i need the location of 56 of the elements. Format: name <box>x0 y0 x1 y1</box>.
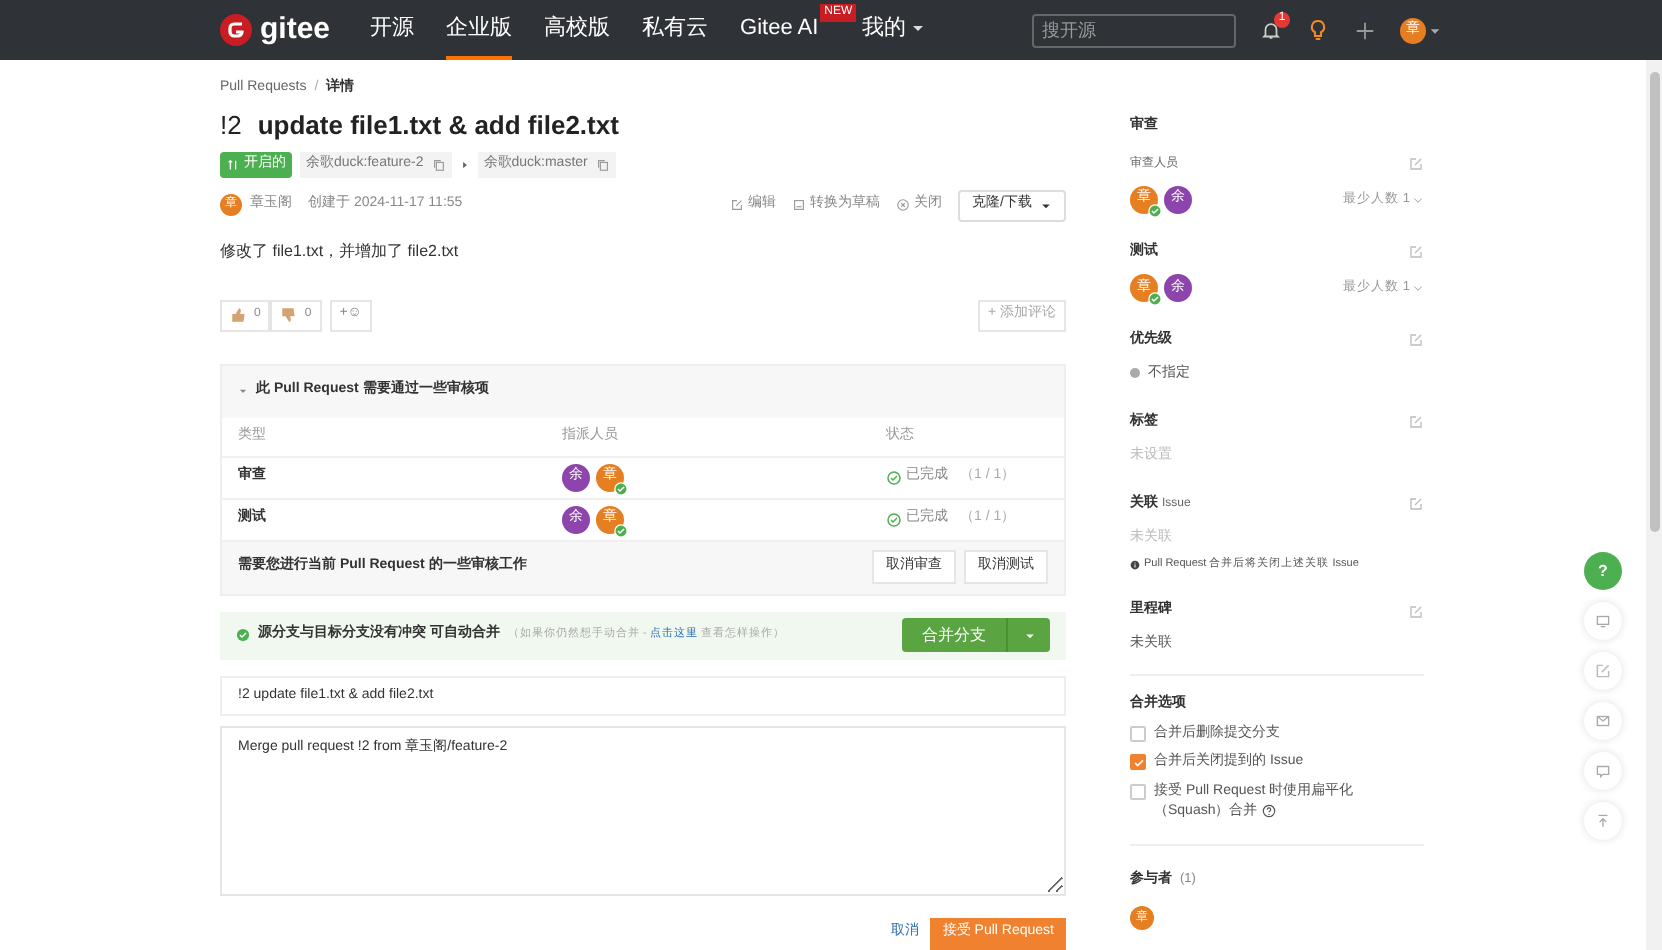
edit-icon[interactable] <box>1408 496 1424 513</box>
help-icon[interactable] <box>1261 803 1276 818</box>
edit-icon[interactable] <box>1408 603 1424 619</box>
merge-button[interactable]: 合并分支 <box>902 618 1008 652</box>
comment-icon <box>1594 762 1612 780</box>
caret-icon[interactable] <box>1428 23 1442 37</box>
bell-icon[interactable] <box>1260 19 1282 41</box>
nav-link[interactable]: 企业版 <box>446 0 513 60</box>
edit-icon[interactable] <box>1408 243 1424 260</box>
description: 修改了 file1.txt，并增加了 file2.txt <box>220 239 461 263</box>
check-circle-icon <box>886 469 902 485</box>
caret-icon[interactable] <box>238 386 248 396</box>
check-circle-icon <box>886 511 902 527</box>
checkbox[interactable] <box>1130 754 1146 771</box>
logo-icon[interactable] <box>220 14 252 46</box>
merge-icon <box>226 157 240 172</box>
search-field[interactable]: 搜开源 <box>1032 13 1236 47</box>
back-to-top-icon <box>1594 812 1612 830</box>
copy-icon[interactable] <box>431 157 446 172</box>
logo-text[interactable]: gitee <box>260 7 331 53</box>
close-icon <box>896 198 911 212</box>
caret-icon <box>1040 199 1052 211</box>
edit-icon[interactable] <box>1408 332 1424 349</box>
back-to-top-button[interactable] <box>1584 802 1622 840</box>
check-circle-icon <box>236 628 250 642</box>
check-icon <box>1131 755 1145 770</box>
edit-button[interactable] <box>1584 652 1622 690</box>
scrollbar-thumb[interactable] <box>1649 72 1659 532</box>
edit-icon <box>730 198 745 212</box>
nav-link[interactable]: 开源 <box>370 0 415 60</box>
mail-icon <box>1594 712 1612 730</box>
thumbs-up-icon <box>230 306 248 324</box>
edit-icon[interactable] <box>1408 156 1424 172</box>
pr-title: update file1.txt & add file2.txt <box>257 107 619 144</box>
plus-icon[interactable] <box>1354 19 1376 41</box>
arrow-icon <box>459 159 470 170</box>
checkbox[interactable] <box>1130 725 1146 742</box>
nav-link[interactable]: Gitee AI <box>740 0 819 60</box>
edit-icon[interactable] <box>1408 414 1424 431</box>
copy-icon[interactable] <box>595 157 610 172</box>
thumbs-down-icon <box>280 306 299 324</box>
chevron-icon <box>1412 282 1424 294</box>
chevron-icon <box>1412 193 1424 205</box>
checkbox[interactable] <box>1130 783 1146 800</box>
nav-link[interactable]: 私有云 <box>642 0 709 60</box>
edit-icon <box>1594 662 1612 680</box>
comment-button[interactable] <box>1584 752 1622 790</box>
draft-icon <box>792 198 807 212</box>
nav-link[interactable]: 高校版 <box>544 0 611 60</box>
help-button[interactable]: ? <box>1584 552 1622 590</box>
pr-number: !2 <box>220 107 242 143</box>
info-icon <box>1130 559 1140 570</box>
mail-button[interactable] <box>1584 702 1622 740</box>
nav-link[interactable]: 我的 <box>862 0 927 60</box>
lightbulb-icon[interactable] <box>1306 18 1330 42</box>
caret-icon <box>1023 629 1035 641</box>
